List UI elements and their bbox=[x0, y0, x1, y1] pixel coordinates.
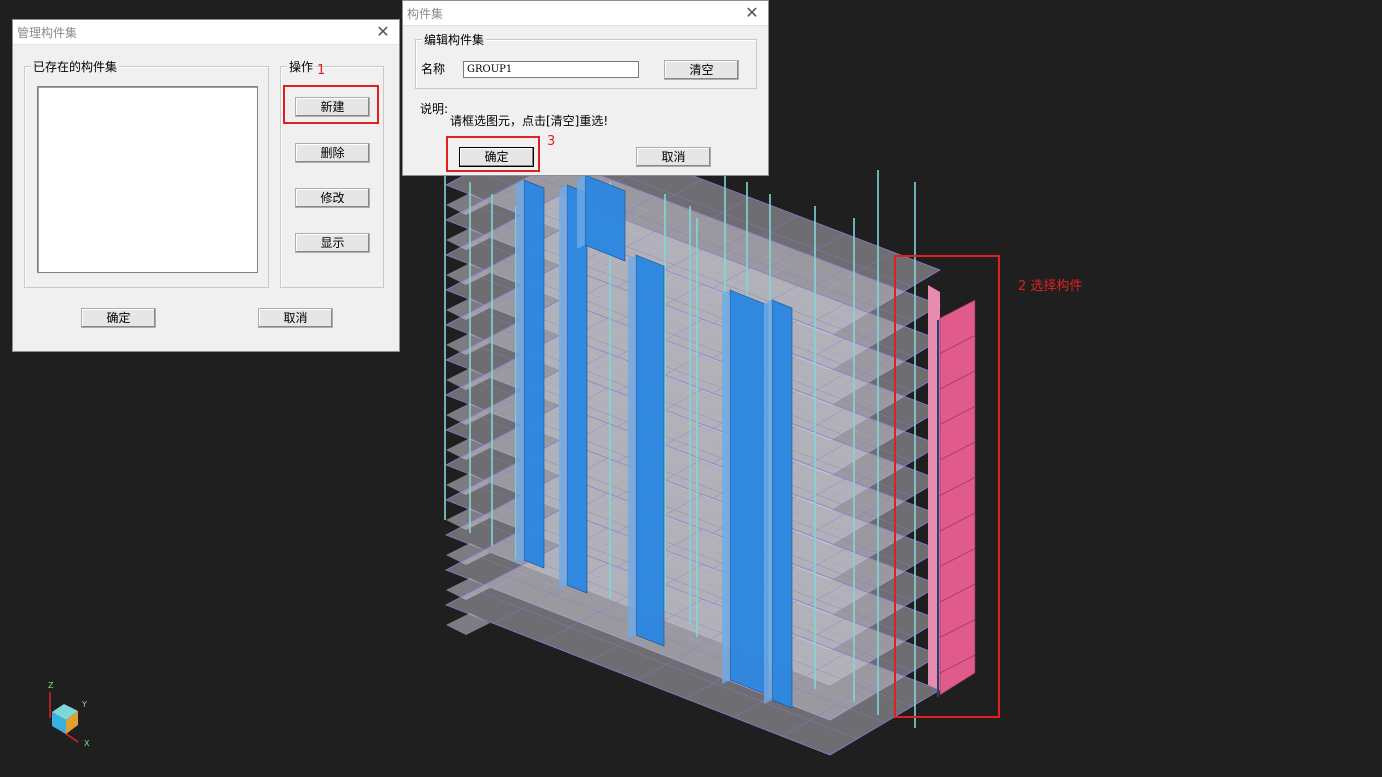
existing-groups-label: 已存在的构件集 bbox=[31, 58, 120, 75]
clear-button[interactable]: 清空 bbox=[664, 60, 739, 80]
axis-triad: Z Y X bbox=[48, 681, 90, 748]
step1-highlight-box bbox=[283, 85, 379, 124]
step3-highlight-box bbox=[446, 136, 540, 172]
delete-button[interactable]: 删除 bbox=[295, 143, 370, 163]
axis-y-label: Y bbox=[81, 700, 87, 709]
step1-annotation: 1 bbox=[317, 63, 326, 78]
manage-ok-button[interactable]: 确定 bbox=[81, 308, 156, 328]
manage-group-dialog: 管理构件集 ✕ 已存在的构件集 操作 新建 删除 修改 显示 确定 取消 bbox=[12, 19, 400, 352]
show-button[interactable]: 显示 bbox=[295, 233, 370, 253]
note-text: 请框选图元，点击[清空]重选! bbox=[450, 114, 609, 128]
manage-dialog-title: 管理构件集 bbox=[17, 26, 78, 40]
note-label: 说明: bbox=[420, 102, 449, 116]
manage-cancel-button[interactable]: 取消 bbox=[258, 308, 333, 328]
existing-groups-list[interactable] bbox=[37, 86, 258, 273]
axis-x-label: X bbox=[84, 739, 90, 748]
manage-dialog-titlebar: 管理构件集 ✕ bbox=[13, 20, 399, 45]
name-label: 名称 bbox=[421, 62, 446, 76]
edit-dialog-titlebar: 构件集 ✕ bbox=[403, 1, 768, 26]
modify-button[interactable]: 修改 bbox=[295, 188, 370, 208]
edit-dialog-title: 构件集 bbox=[407, 7, 444, 21]
axis-z-label: Z bbox=[48, 681, 54, 690]
step3-annotation: 3 bbox=[547, 134, 556, 149]
operations-label: 操作 bbox=[287, 58, 316, 75]
edit-cancel-button[interactable]: 取消 bbox=[636, 147, 711, 167]
name-input[interactable]: GROUP1 bbox=[463, 61, 639, 78]
step2-annotation: 2 选择构件 bbox=[1018, 279, 1083, 294]
selection-highlight-box bbox=[894, 255, 1000, 718]
close-icon[interactable]: ✕ bbox=[742, 3, 762, 23]
close-icon[interactable]: ✕ bbox=[373, 22, 393, 42]
edit-group-label: 编辑构件集 bbox=[422, 31, 487, 48]
